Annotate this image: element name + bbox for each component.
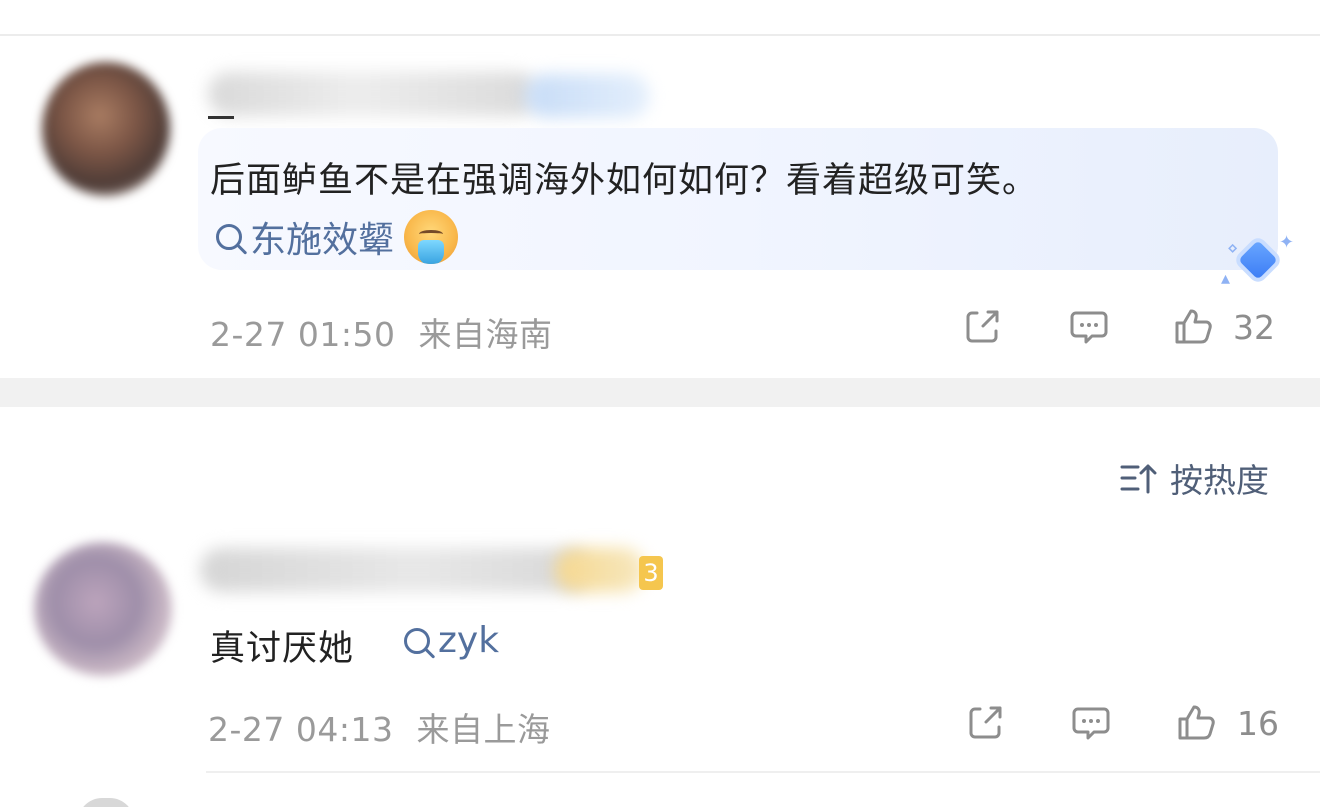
section-separator — [0, 378, 1320, 407]
sort-by-hot-button[interactable]: 按热度 — [1118, 454, 1269, 502]
sparkle-icon: ✦ — [1279, 232, 1295, 253]
search-tag[interactable]: 东施效颦 — [216, 210, 459, 264]
blurred-username[interactable] — [200, 548, 590, 592]
sort-icon — [1120, 464, 1157, 494]
user-level-badge: 3 — [639, 556, 663, 590]
comment-icon[interactable] — [1071, 703, 1111, 741]
comment-location: 来自上海 — [416, 710, 551, 749]
comment-text: 真讨厌她 — [210, 629, 355, 669]
blurred-user-badge — [555, 548, 645, 592]
comment-meta: 2-27 04:13 来自上海 — [208, 703, 551, 751]
comment-text: 后面鲈鱼不是在强调海外如何如何？看着超级可笑。 — [210, 161, 1039, 201]
username-dash — [208, 116, 234, 119]
search-icon — [404, 627, 430, 654]
comment-location: 来自海南 — [418, 315, 553, 354]
comment-list-page: 后面鲈鱼不是在强调海外如何如何？看着超级可笑。 东施效颦 ⋄ ✦ ▴ 2-27 … — [0, 0, 1320, 807]
comment-time: 2-27 04:13 — [208, 710, 394, 749]
diamond-badge-icon: ⋄ ✦ ▴ — [1221, 232, 1295, 292]
sparkle-icon: ⋄ — [1227, 238, 1239, 259]
search-tag-label: 东施效颦 — [250, 220, 395, 261]
avatar[interactable] — [42, 62, 170, 196]
sort-label: 按热度 — [1170, 461, 1269, 500]
like-count: 32 — [1233, 308, 1275, 347]
like-count: 16 — [1237, 704, 1279, 743]
blurred-user-badge — [525, 74, 650, 118]
sparkle-icon: ▴ — [1221, 268, 1231, 289]
avatar[interactable] — [78, 798, 134, 807]
comment-meta: 2-27 01:50 来自海南 — [210, 308, 553, 356]
avatar[interactable] — [34, 542, 172, 676]
bottom-divider — [206, 771, 1320, 773]
search-tag[interactable]: zyk — [404, 620, 499, 661]
thumbs-up-icon[interactable] — [1173, 306, 1213, 346]
blurred-username[interactable] — [208, 72, 538, 116]
comment-time: 2-27 01:50 — [210, 315, 396, 354]
share-icon[interactable] — [964, 307, 1002, 345]
comment-icon[interactable] — [1069, 307, 1109, 345]
vomiting-face-icon — [404, 210, 459, 264]
search-tag-label: zyk — [438, 620, 500, 661]
thumbs-up-icon[interactable] — [1176, 702, 1216, 742]
share-icon[interactable] — [967, 703, 1005, 741]
diamond-shape — [1238, 240, 1278, 280]
search-icon — [216, 224, 242, 250]
